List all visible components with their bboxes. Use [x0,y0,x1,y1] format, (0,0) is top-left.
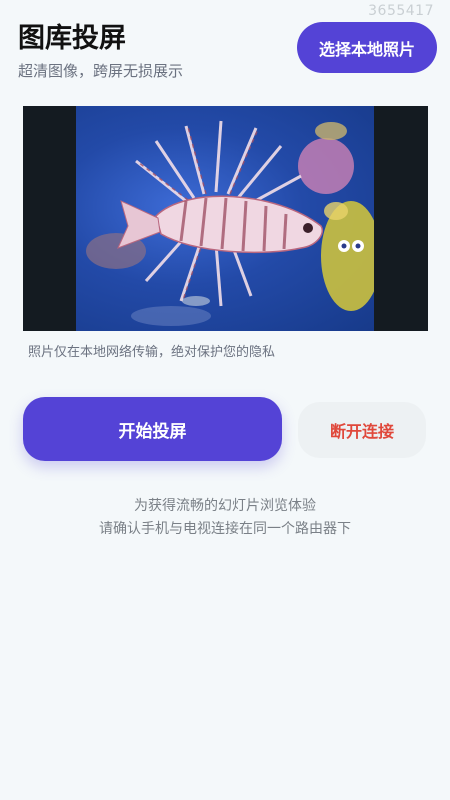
disconnect-button[interactable]: 断开连接 [298,402,426,458]
start-casting-button[interactable]: 开始投屏 [23,397,282,461]
page-subtitle: 超清图像，跨屏无损展示 [18,62,184,80]
tip-line-2: 请确认手机与电视连接在同一个路由器下 [99,521,351,537]
watermark-id: 3655417 [368,3,434,19]
preview-image [76,106,374,331]
select-local-photo-button[interactable]: 选择本地照片 [297,22,437,73]
page-title: 图库投屏 [18,23,126,54]
tip-line-1: 为获得流畅的幻灯片浏览体验 [134,498,316,514]
lionfish-image [86,120,374,326]
photo-preview [23,106,428,331]
privacy-note: 照片仅在本地网络传输，绝对保护您的隐私 [28,345,276,360]
